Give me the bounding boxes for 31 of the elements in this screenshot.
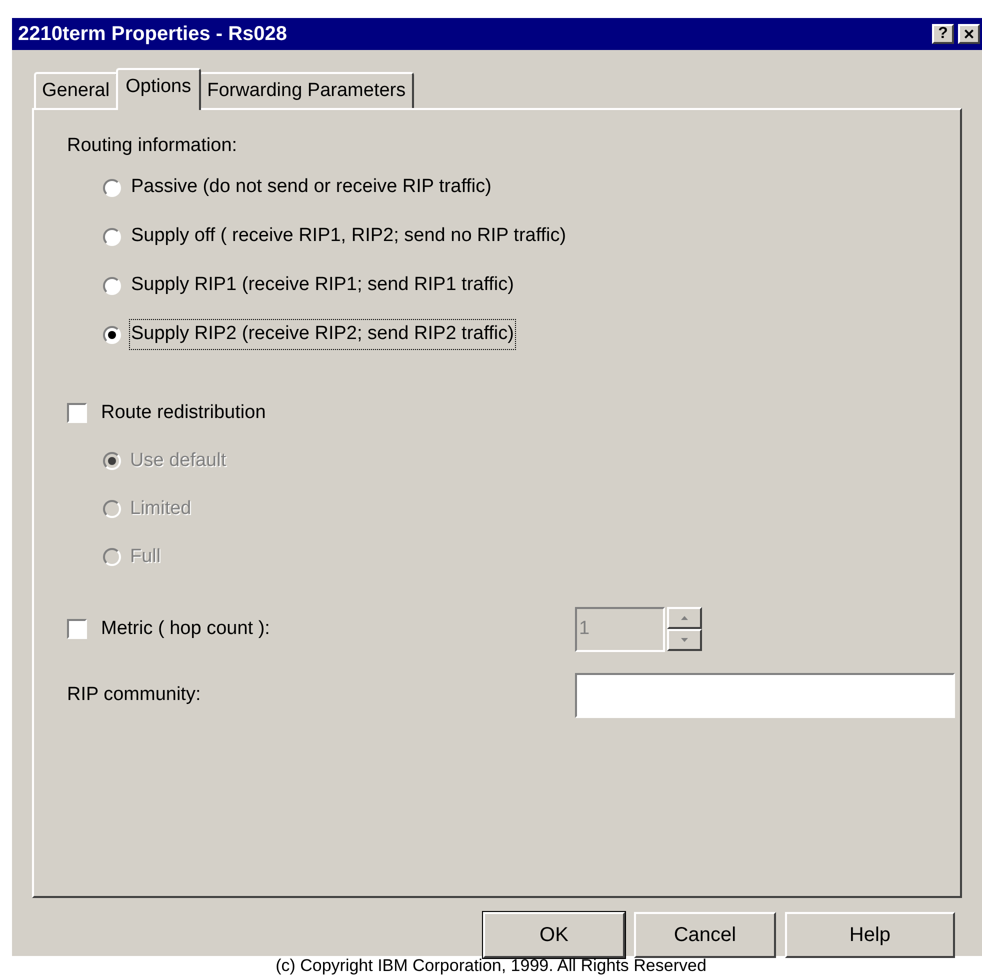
radio-label: Passive (do not send or receive RIP traffic): [130, 175, 492, 200]
radio-button[interactable]: [103, 276, 121, 294]
tab[interactable]: Options: [116, 68, 202, 110]
spin-button[interactable]: [667, 629, 702, 651]
radio-label: Full: [130, 544, 161, 569]
radio-button[interactable]: [103, 326, 121, 344]
close-button[interactable]: ×: [958, 24, 980, 44]
window-title: 2210term Properties - Rs028: [18, 22, 288, 47]
checkbox-label: Route redistribution: [101, 400, 266, 425]
checkbox[interactable]: [67, 403, 87, 423]
spin-button[interactable]: [667, 607, 702, 629]
dialog-button[interactable]: Help: [785, 912, 955, 958]
copyright-notice: (c) Copyright IBM Corporation, 1999. All Rights Reserved: [274, 956, 708, 976]
radio-label: Supply off ( receive RIP1, RIP2; send no RIP traffic): [130, 224, 568, 248]
tab[interactable]: Forwarding Parameters: [199, 72, 414, 108]
section-label: Routing information:: [67, 134, 238, 158]
radio-label: Supply RIP1 (receive RIP1; send RIP1 traffic): [130, 273, 515, 298]
checkbox-label: Metric ( hop count ):: [101, 616, 271, 641]
radio-label: Limited: [130, 496, 192, 521]
radio-button[interactable]: [103, 228, 121, 246]
radio-label: Supply RIP2 (receive RIP2; send RIP2 traffic): [130, 320, 515, 349]
field-label: RIP community:: [67, 682, 202, 707]
radio-label: Use default: [130, 448, 226, 473]
dialog-button[interactable]: Cancel: [634, 912, 776, 958]
tab[interactable]: General: [34, 72, 118, 108]
dialog-button[interactable]: OK: [483, 912, 625, 958]
radio-button[interactable]: [103, 178, 121, 196]
text-field[interactable]: [575, 672, 955, 718]
down-arrow-icon: [681, 638, 688, 642]
up-arrow-icon: [681, 616, 688, 620]
help-button[interactable]: ?: [932, 24, 954, 44]
